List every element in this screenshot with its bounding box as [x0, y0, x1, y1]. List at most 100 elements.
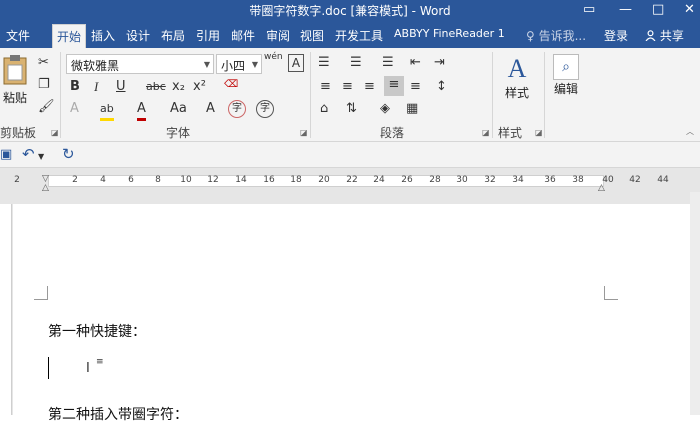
bullets-icon[interactable]: ☰	[318, 54, 330, 72]
document-page[interactable]: 第一种快捷键： I ≡ 第二种插入带圈字符：	[13, 204, 690, 423]
text-effects-button[interactable]: A	[70, 100, 79, 118]
paste-button[interactable]: 粘贴	[0, 54, 30, 106]
tab-layout[interactable]: 布局	[161, 27, 185, 44]
ribbon-tabs: 文件 开始 插入 设计 布局 引用 邮件 审阅 视图 开发工具 ABBYY Fi…	[0, 23, 700, 48]
numbering-icon[interactable]: ☰	[350, 54, 362, 72]
font-color-button[interactable]: A	[137, 100, 146, 121]
phonetic-guide-button[interactable]: wén	[264, 52, 283, 62]
format-painter-icon[interactable]: 🖌	[38, 98, 55, 116]
tab-developer[interactable]: 开发工具	[335, 27, 383, 44]
clipboard-group-label: 剪贴板	[0, 126, 37, 140]
ruler-tick: 6	[128, 175, 134, 185]
margin-corner-right	[604, 286, 618, 300]
paragraph-group-label: 段落	[380, 126, 405, 140]
paragraph-launcher-icon[interactable]: ◪	[482, 128, 490, 137]
tab-review[interactable]: 审阅	[266, 27, 290, 44]
tab-references[interactable]: 引用	[196, 27, 220, 44]
styles-label: 样式	[504, 86, 529, 100]
sort-icon[interactable]: ⇅	[346, 100, 357, 118]
font-family-select[interactable]: 微软雅黑 ▼	[66, 54, 214, 74]
maximize-button[interactable]: □	[652, 2, 664, 17]
decrease-indent-icon[interactable]: ⇤	[410, 54, 421, 72]
editing-button[interactable]: ⌕ 编辑	[550, 54, 582, 97]
chevron-down-icon[interactable]: ▼	[38, 148, 44, 166]
styles-group-label: 样式	[498, 126, 523, 140]
styles-icon: A	[507, 54, 527, 83]
justify-icon[interactable]: ≡	[384, 76, 404, 96]
tab-mailings[interactable]: 邮件	[231, 27, 255, 44]
tab-design[interactable]: 设计	[126, 27, 150, 44]
clear-formatting-icon[interactable]: ⌫	[224, 76, 238, 94]
chevron-down-icon: ▼	[203, 60, 210, 69]
tab-file[interactable]: 文件	[6, 27, 30, 44]
paste-label: 粘贴	[2, 91, 27, 105]
multilevel-list-icon[interactable]: ☰	[382, 54, 394, 72]
increase-indent-icon[interactable]: ⇥	[434, 54, 445, 72]
borders-icon[interactable]: ▦	[406, 100, 418, 118]
font-launcher-icon[interactable]: ◪	[300, 128, 308, 137]
ruler-tick: 28	[429, 175, 441, 185]
document-line[interactable]: 第二种插入带圈字符：	[48, 404, 188, 424]
shading-icon[interactable]: ◈	[380, 100, 390, 118]
ruler-tick: 12	[207, 175, 219, 185]
ruler-tick: 10	[180, 175, 192, 185]
align-left-icon[interactable]: ≡	[320, 78, 331, 96]
font-size-select[interactable]: 小四 ▼	[216, 54, 262, 74]
enclose-characters-button[interactable]: 字	[228, 100, 246, 118]
save-icon[interactable]: ▣	[0, 146, 12, 164]
vertical-ruler[interactable]	[0, 204, 12, 415]
title-bar: 带圈字符数字.doc [兼容模式] - Word ▭ — □ ✕	[0, 0, 700, 23]
grow-font-button[interactable]: A	[206, 100, 215, 118]
paragraph-mark-icon: ≡	[96, 357, 104, 367]
document-line[interactable]: 第一种快捷键：	[48, 321, 146, 341]
superscript-button[interactable]: x²	[193, 78, 206, 96]
clipboard-launcher-icon[interactable]: ◪	[51, 128, 59, 137]
chinese-layout-icon[interactable]: ⌂	[320, 100, 328, 118]
italic-button[interactable]: I	[94, 78, 98, 96]
tell-me-search[interactable]: ♀ 告诉我...	[526, 27, 586, 44]
login-link[interactable]: 登录	[604, 27, 628, 44]
collapse-ribbon-icon[interactable]: ︿	[686, 126, 694, 137]
divider	[544, 52, 545, 138]
subscript-button[interactable]: x₂	[172, 78, 185, 96]
ruler-tick: 42	[629, 175, 641, 185]
ruler-tick: 26	[401, 175, 413, 185]
highlight-button[interactable]: ab	[100, 100, 114, 121]
strikethrough-button[interactable]: abc	[146, 78, 166, 96]
ruler-tick: 34	[512, 175, 524, 185]
divider	[492, 52, 493, 138]
cut-icon[interactable]: ✂	[38, 54, 49, 72]
align-right-icon[interactable]: ≡	[364, 78, 375, 96]
copy-icon[interactable]: ❐	[38, 76, 50, 94]
bold-button[interactable]: B	[70, 78, 80, 96]
share-button[interactable]: 共享	[645, 27, 684, 44]
close-button[interactable]: ✕	[684, 2, 695, 17]
ruler-tick: 2	[72, 175, 78, 185]
vertical-scrollbar[interactable]	[690, 192, 700, 415]
undo-button[interactable]: ↶	[22, 145, 35, 163]
tab-insert[interactable]: 插入	[91, 27, 115, 44]
change-case-button[interactable]: Aa	[170, 100, 187, 118]
align-center-icon[interactable]: ≡	[342, 78, 353, 96]
tab-abbyy[interactable]: ABBYY FineReader 1	[394, 27, 505, 40]
minimize-button[interactable]: —	[619, 2, 632, 17]
tab-home[interactable]: 开始	[52, 24, 87, 48]
ruler-tick: 24	[373, 175, 385, 185]
distributed-icon[interactable]: ≡	[410, 78, 421, 96]
underline-button[interactable]: U	[116, 78, 126, 96]
quick-access-toolbar: ▣ ↶ ▼ ↻	[0, 142, 700, 168]
ribbon-display-icon[interactable]: ▭	[583, 2, 595, 17]
circled-character-button[interactable]: 字	[256, 100, 274, 118]
divider	[310, 52, 311, 138]
styles-button[interactable]: A 样式	[498, 54, 536, 101]
redo-button[interactable]: ↻	[62, 145, 75, 163]
line-spacing-icon[interactable]: ↕	[436, 78, 447, 96]
character-border-button[interactable]: A	[288, 54, 304, 72]
i-beam-cursor-icon: I	[86, 361, 90, 376]
styles-launcher-icon[interactable]: ◪	[535, 128, 543, 137]
person-icon	[645, 30, 656, 42]
font-size-value: 小四	[221, 59, 246, 73]
tab-view[interactable]: 视图	[300, 27, 324, 44]
ruler-tick: 14	[235, 175, 247, 185]
horizontal-ruler[interactable]: 2 2 4 6 8 10 12 14 16 18 20 22 24 26 28 …	[0, 168, 700, 193]
